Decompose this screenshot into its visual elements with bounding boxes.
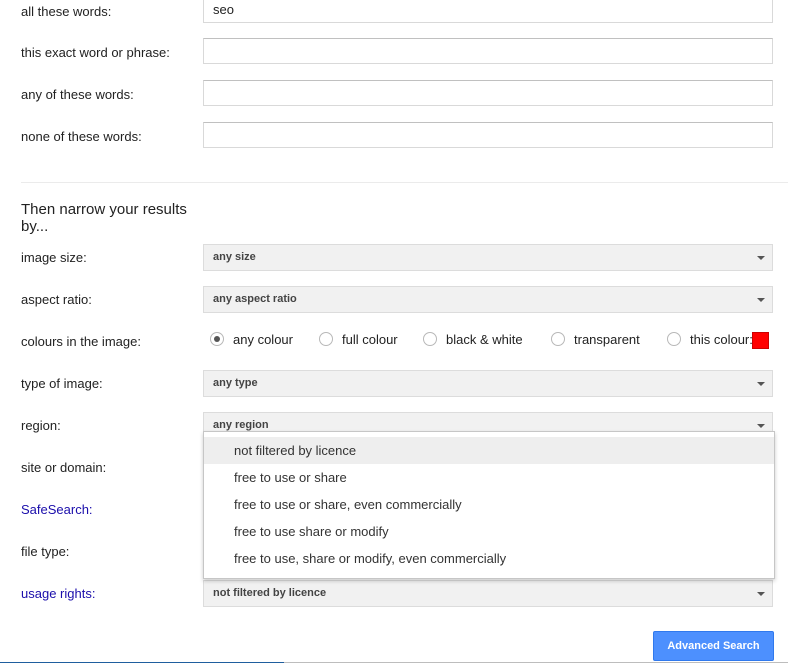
chevron-down-icon [757, 256, 765, 260]
radio-this-colour-label: this colour: [690, 332, 753, 347]
bottom-border-right [284, 662, 788, 663]
usage-rights-link[interactable]: usage rights: [21, 586, 95, 602]
narrow-heading: Then narrow your results by... [21, 201, 187, 235]
radio-unchecked-icon [551, 332, 565, 346]
type-of-image-select[interactable]: any type [203, 370, 773, 397]
none-words-label: none of these words: [21, 129, 142, 144]
aspect-ratio-label: aspect ratio: [21, 292, 92, 307]
type-of-image-label: type of image: [21, 376, 103, 391]
exact-phrase-label: this exact word or phrase: [21, 45, 170, 60]
usage-rights-value: not filtered by licence [213, 587, 327, 599]
bottom-border-left [0, 662, 284, 663]
any-words-label: any of these words: [21, 87, 134, 102]
exact-phrase-input[interactable] [203, 38, 773, 64]
colour-swatch[interactable] [752, 332, 769, 349]
radio-full-colour-label: full colour [342, 332, 398, 347]
chevron-down-icon [757, 424, 765, 428]
file-type-label: file type: [21, 544, 70, 559]
type-of-image-value: any type [213, 377, 258, 389]
any-words-input[interactable] [203, 80, 773, 106]
chevron-down-icon [757, 592, 765, 596]
section-divider [21, 182, 788, 183]
usage-option[interactable]: free to use, share or modify, even comme… [204, 545, 774, 572]
radio-checked-icon [210, 332, 224, 346]
image-size-value: any size [213, 251, 256, 263]
site-domain-label: site or domain: [21, 460, 107, 475]
usage-option[interactable]: free to use or share, even commercially [204, 491, 774, 518]
usage-option[interactable]: free to use share or modify [204, 518, 774, 545]
radio-transparent-label: transparent [574, 332, 640, 347]
usage-option[interactable]: not filtered by licence [204, 437, 774, 464]
all-words-input[interactable]: seo [203, 0, 773, 23]
region-value: any region [213, 419, 269, 431]
chevron-down-icon [757, 298, 765, 302]
all-words-label: all these words: [21, 4, 112, 19]
usage-option[interactable]: free to use or share [204, 464, 774, 491]
radio-any-colour-label: any colour [233, 332, 293, 347]
radio-black-white-label: black & white [446, 332, 523, 347]
image-size-label: image size: [21, 250, 87, 265]
image-size-select[interactable]: any size [203, 244, 773, 271]
radio-unchecked-icon [667, 332, 681, 346]
safesearch-link[interactable]: SafeSearch: [21, 502, 93, 518]
radio-unchecked-icon [319, 332, 333, 346]
usage-rights-dropdown: not filtered by licence free to use or s… [203, 431, 775, 579]
aspect-ratio-select[interactable]: any aspect ratio [203, 286, 773, 313]
advanced-search-button[interactable]: Advanced Search [653, 631, 774, 661]
region-label: region: [21, 418, 61, 433]
aspect-ratio-value: any aspect ratio [213, 293, 297, 305]
colours-label: colours in the image: [21, 334, 141, 349]
chevron-down-icon [757, 382, 765, 386]
none-words-input[interactable] [203, 122, 773, 148]
radio-unchecked-icon [423, 332, 437, 346]
usage-rights-select[interactable]: not filtered by licence [203, 580, 773, 607]
